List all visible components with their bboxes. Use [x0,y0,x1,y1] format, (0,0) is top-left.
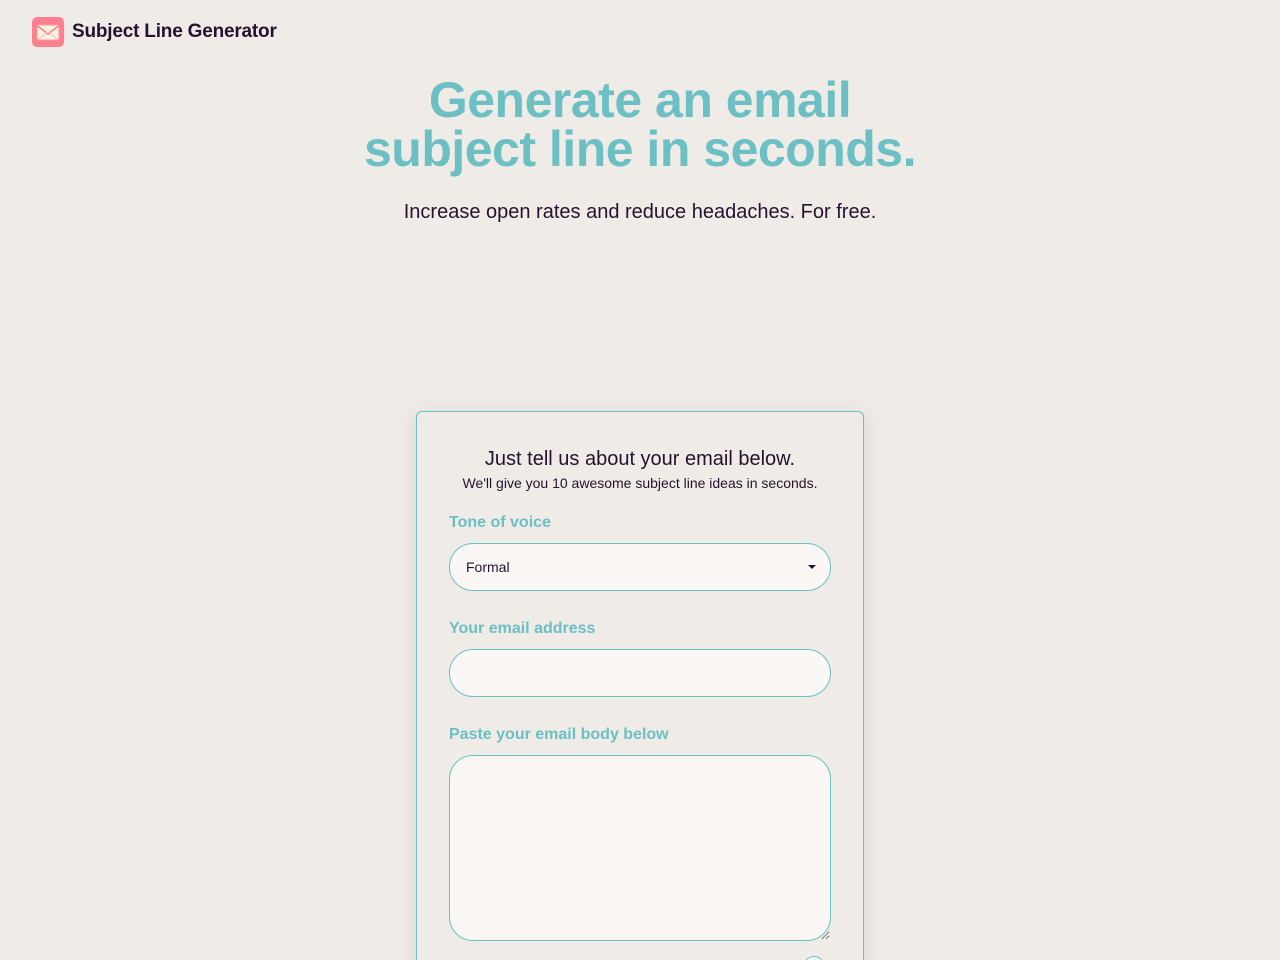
email-body-textarea[interactable] [449,755,831,941]
form-subheading: We'll give you 10 awesome subject line i… [462,475,818,491]
hero-title-line-2: subject line in seconds. [363,121,917,177]
hero-section: Generate an email subject line in second… [0,72,1280,226]
envelope-graphic [36,24,60,41]
tone-of-voice-select[interactable]: Formal [449,543,831,591]
site-header: Subject Line Generator [32,17,277,47]
hero-title: Generate an email subject line in second… [0,72,1280,177]
tone-of-voice-label: Tone of voice [449,514,551,531]
hero-subtitle: Increase open rates and reduce headaches… [403,201,877,223]
form-heading: Just tell us about your email below. [484,448,796,470]
subject-line-form-card: Just tell us about your email below. We'… [416,411,864,960]
chevron-down-icon [808,565,816,569]
help-icon[interactable] [803,956,825,960]
email-address-label: Your email address [449,620,596,637]
brand-name[interactable]: Subject Line Generator [72,21,277,43]
hero-title-line-1: Generate an email [428,72,852,128]
envelope-icon[interactable] [32,17,64,47]
tone-of-voice-value: Formal [466,559,510,575]
email-address-input[interactable] [449,649,831,697]
email-body-label: Paste your email body below [449,726,669,743]
